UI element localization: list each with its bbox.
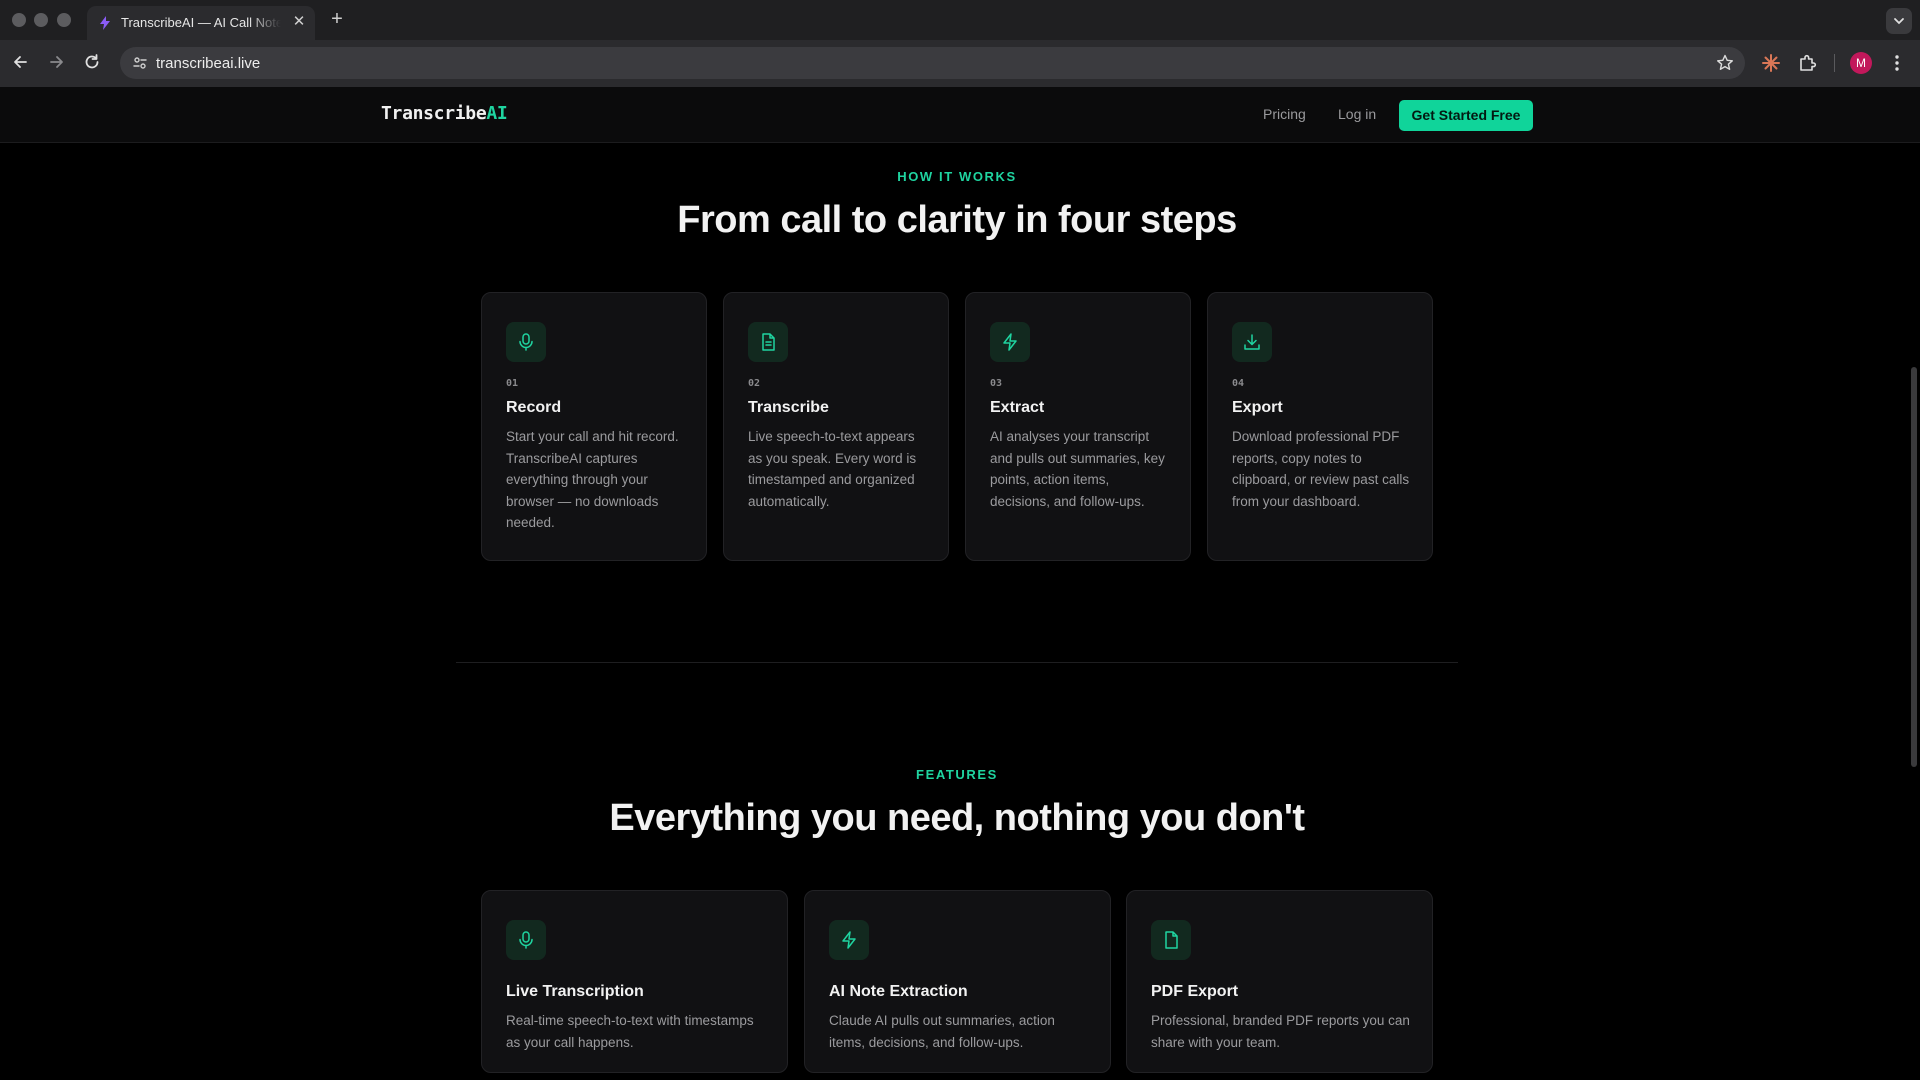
step-card-export: 04 Export Download professional PDF repo… <box>1207 292 1433 561</box>
download-icon <box>1244 334 1260 350</box>
get-started-button[interactable]: Get Started Free <box>1399 100 1533 131</box>
feature-icon-box <box>829 920 869 960</box>
microphone-icon <box>519 333 533 351</box>
more-menu-icon[interactable] <box>1886 52 1908 74</box>
step-number: 03 <box>990 378 1003 389</box>
how-it-works-heading: From call to clarity in four steps <box>677 199 1237 241</box>
step-icon-box <box>1232 322 1272 362</box>
step-description: AI analyses your transcript and pulls ou… <box>990 429 1165 509</box>
url-text: transcribeai.live <box>156 55 261 72</box>
step-card-extract: 03 Extract AI analyses your transcript a… <box>965 292 1191 561</box>
microphone-icon <box>519 931 533 949</box>
web-page: TranscribeAI Pricing Log in Get Started … <box>0 87 1920 1080</box>
nav-login-link[interactable]: Log in <box>1338 106 1376 122</box>
maximize-window-button[interactable] <box>57 13 71 27</box>
feature-icon-box <box>506 920 546 960</box>
features-heading: Everything you need, nothing you don't <box>609 797 1305 839</box>
step-number: 04 <box>1232 378 1245 389</box>
chevron-down-icon <box>1894 18 1904 25</box>
logo-accent-text: AI <box>486 103 508 124</box>
claude-extension-icon[interactable] <box>1760 52 1782 74</box>
feature-description: Claude AI pulls out summaries, action it… <box>829 1013 1055 1050</box>
step-title: Extract <box>990 399 1045 416</box>
step-title: Export <box>1232 399 1283 416</box>
site-favicon-icon <box>100 16 110 30</box>
browser-tab[interactable]: TranscribeAI — AI Call Note Taker ✕ <box>87 6 315 40</box>
lightning-icon <box>842 931 856 949</box>
file-icon <box>1165 931 1178 949</box>
address-bar[interactable]: transcribeai.live <box>120 47 1745 79</box>
site-info-icon[interactable] <box>132 55 148 71</box>
new-tab-icon[interactable]: + <box>326 8 348 30</box>
tab-bar: TranscribeAI — AI Call Note Taker ✕ + <box>0 0 1920 40</box>
feature-title: PDF Export <box>1151 983 1239 1000</box>
forward-icon[interactable] <box>45 51 67 73</box>
page-scrollbar[interactable] <box>1911 367 1917 767</box>
how-it-works-eyebrow: HOW IT WORKS <box>897 169 1017 184</box>
step-description: Start your call and hit record. Transcri… <box>506 429 679 530</box>
feature-title: Live Transcription <box>506 983 644 1000</box>
step-description: Download professional PDF reports, copy … <box>1232 429 1410 509</box>
close-tab-icon[interactable]: ✕ <box>290 13 308 31</box>
lightning-icon <box>1003 333 1017 351</box>
feature-icon-box <box>1151 920 1191 960</box>
back-icon[interactable] <box>10 51 32 73</box>
step-icon-box <box>748 322 788 362</box>
minimize-window-button[interactable] <box>34 13 48 27</box>
step-title: Transcribe <box>748 399 829 416</box>
feature-title: AI Note Extraction <box>829 983 968 1000</box>
bookmark-star-icon[interactable] <box>1715 53 1735 73</box>
close-window-button[interactable] <box>12 13 26 27</box>
step-icon-box <box>990 322 1030 362</box>
step-title: Record <box>506 399 562 416</box>
logo-main-text: Transcribe <box>381 103 487 124</box>
nav-pricing-link[interactable]: Pricing <box>1263 106 1306 122</box>
tab-title: TranscribeAI — AI Call Note Taker <box>121 15 281 30</box>
feature-description: Professional, branded PDF reports you ca… <box>1151 1013 1410 1050</box>
tab-search-button[interactable] <box>1886 8 1912 34</box>
reload-icon[interactable] <box>81 51 103 73</box>
feature-card-live-transcription: Live Transcription Real-time speech-to-t… <box>481 890 788 1073</box>
feature-description: Real-time speech-to-text with timestamps… <box>506 1013 754 1050</box>
section-divider <box>456 662 1458 663</box>
step-description: Live speech-to-text appears as you speak… <box>748 429 917 509</box>
site-header: TranscribeAI Pricing Log in Get Started … <box>0 87 1920 143</box>
browser-chrome: TranscribeAI — AI Call Note Taker ✕ + tr… <box>0 0 1920 87</box>
step-card-transcribe: 02 Transcribe Live speech-to-text appear… <box>723 292 949 561</box>
profile-avatar[interactable]: M <box>1850 52 1872 74</box>
feature-card-ai-note-extraction: AI Note Extraction Claude AI pulls out s… <box>804 890 1111 1073</box>
extensions-puzzle-icon[interactable] <box>1796 52 1818 74</box>
step-icon-box <box>506 322 546 362</box>
step-number: 01 <box>506 378 519 389</box>
document-icon <box>762 333 775 351</box>
toolbar-divider <box>1834 54 1835 72</box>
step-number: 02 <box>748 378 761 389</box>
step-card-record: 01 Record Start your call and hit record… <box>481 292 707 561</box>
features-eyebrow: FEATURES <box>916 767 998 782</box>
site-logo[interactable]: TranscribeAI <box>381 103 508 124</box>
feature-card-pdf-export: PDF Export Professional, branded PDF rep… <box>1126 890 1433 1073</box>
